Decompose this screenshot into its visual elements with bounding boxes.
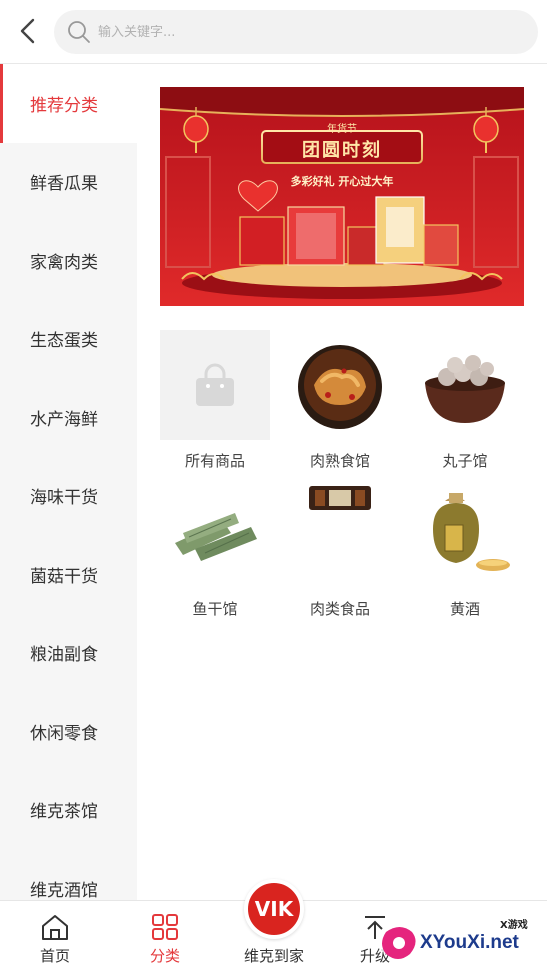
sidebar-item-grain-oil[interactable]: 粮油副食	[0, 614, 137, 693]
watermark-text: XYouXi.net	[420, 932, 519, 953]
watermark-small: X游戏	[500, 920, 528, 931]
sidebar-item-snacks[interactable]: 休闲零食	[0, 692, 137, 771]
grid-item-yellow-wine[interactable]: 黄酒	[400, 478, 530, 619]
sidebar-item-poultry-meat[interactable]: 家禽肉类	[0, 221, 137, 300]
top-bar	[0, 0, 547, 64]
tab-label: 分类	[149, 947, 180, 965]
sidebar-item-seafood[interactable]: 水产海鲜	[0, 378, 137, 457]
grid-item-meatballs[interactable]: 丸子馆	[400, 330, 530, 471]
category-icon	[120, 901, 210, 941]
sidebar-item-tea-house[interactable]: 维克茶馆	[0, 771, 137, 850]
sidebar-item-recommended[interactable]: 推荐分类	[0, 64, 137, 143]
chevron-left-icon	[20, 18, 35, 44]
watermark: X游戏 XYouXi.net	[376, 912, 542, 970]
search-input[interactable]	[98, 24, 478, 40]
grid-item-dried-fish[interactable]: 鱼干馆	[150, 478, 280, 619]
grid-item-label: 肉熟食馆	[309, 452, 370, 470]
grid-item-cooked-meat[interactable]: 肉熟食馆	[275, 330, 405, 471]
grid-item-label: 所有商品	[184, 452, 245, 470]
grid-item-meat-products[interactable]: 肉类食品	[275, 478, 405, 619]
sidebar-item-wine-house[interactable]: 维克酒馆	[0, 849, 137, 900]
tab-category[interactable]: 分类	[120, 901, 210, 974]
dried-fish-image	[160, 478, 270, 588]
braised-meat-image	[285, 330, 395, 440]
banner-subtitle: 多彩好礼 开心过大年	[290, 175, 394, 188]
grid-item-label: 鱼干馆	[192, 600, 238, 618]
grid-item-label: 丸子馆	[442, 452, 488, 470]
yellow-wine-jar-image	[410, 478, 520, 588]
tab-vik-home[interactable]: 维克到家	[229, 901, 319, 974]
tab-home[interactable]: 首页	[10, 901, 100, 974]
banner-badge: 年货节	[327, 124, 357, 135]
banner-title: 团圆时刻	[302, 140, 382, 161]
search-icon	[66, 19, 92, 45]
tab-label: 维克到家	[243, 947, 304, 965]
sidebar-item-dried-seafood[interactable]: 海味干货	[0, 457, 137, 536]
search-bar[interactable]	[54, 10, 538, 54]
grid-item-label: 肉类食品	[309, 600, 370, 618]
sidebar-item-fruits[interactable]: 鲜香瓜果	[0, 143, 137, 222]
sidebar-item-eggs[interactable]: 生态蛋类	[0, 300, 137, 379]
sidebar-item-dried-mushrooms[interactable]: 菌菇干货	[0, 535, 137, 614]
home-icon	[10, 901, 100, 941]
meatballs-image	[410, 330, 520, 440]
sausage-pack-image	[285, 478, 395, 588]
category-sidebar: 推荐分类 鲜香瓜果 家禽肉类 生态蛋类 水产海鲜 海味干货 菌菇干货 粮油副食 …	[0, 64, 137, 900]
grid-item-label: 黄酒	[449, 600, 480, 618]
tab-label: 首页	[39, 947, 70, 965]
bag-icon	[160, 330, 270, 440]
back-button[interactable]	[12, 14, 44, 48]
grid-item-all-products[interactable]: 所有商品	[150, 330, 280, 471]
promo-banner[interactable]: 年货节 团圆时刻 多彩好礼 开心过大年	[160, 87, 524, 306]
